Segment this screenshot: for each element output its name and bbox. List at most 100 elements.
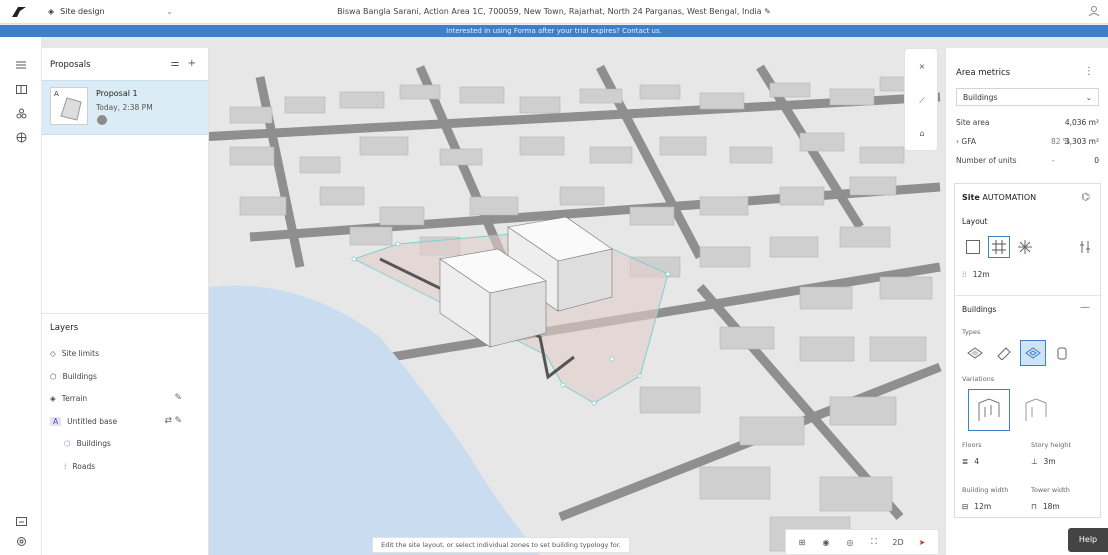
variations-label: Variations	[962, 375, 995, 383]
collapse-icon[interactable]: —	[1080, 302, 1090, 313]
grid-spacing-field[interactable]: ⁞⁞ 12m	[962, 266, 990, 282]
site-limits-icon: ◇	[50, 348, 56, 358]
layout-label: Layout	[962, 217, 988, 226]
camera-icon[interactable]: ◎	[841, 533, 859, 551]
width-icon: ⊟	[962, 501, 969, 511]
chevron-down-icon: ⌄	[166, 7, 173, 16]
tag-icon[interactable]: ⌂	[914, 125, 930, 141]
site-area-row: Site area 4,036 m²	[956, 116, 1099, 128]
layout-settings-button[interactable]	[1074, 236, 1096, 258]
layer-buildings[interactable]: ⬡ Buildings	[50, 369, 97, 383]
divider	[955, 295, 1102, 296]
layout-none-button[interactable]	[962, 236, 984, 258]
more-icon[interactable]: ⋮	[1084, 66, 1094, 77]
layer-label: Roads	[72, 461, 96, 471]
layers-title: Layers	[50, 323, 79, 333]
hint-text: Edit the site layout, or select individu…	[381, 541, 621, 549]
story-height-label: Story height	[1031, 441, 1071, 449]
grid-icon: ⁞⁞	[962, 269, 967, 279]
automation-title-bold: Site	[962, 193, 980, 202]
tower-width-field[interactable]: ⊓ 18m	[1031, 498, 1060, 514]
selector-value: Buildings	[963, 92, 998, 102]
metrics-title: Area metrics	[956, 68, 1011, 78]
globe-icon[interactable]	[13, 129, 29, 145]
building-icon: ⬡	[64, 438, 71, 448]
help-button[interactable]: Help	[1068, 528, 1108, 552]
layer-label: Buildings	[62, 371, 97, 381]
layer-site-limits[interactable]: ◇ Site limits	[50, 346, 99, 360]
settings-icon[interactable]	[13, 533, 29, 549]
viewport-tools: × ⟋ ⌂	[904, 48, 938, 151]
units-row: Number of units - 0	[956, 154, 1099, 166]
avatar	[97, 115, 107, 125]
type-slab-button[interactable]	[962, 340, 988, 366]
gfa-percent: 82 %	[1051, 136, 1071, 146]
layer-label: Buildings	[76, 438, 111, 448]
height-icon: ⊥	[1031, 456, 1038, 466]
eye-icon[interactable]: ◉	[817, 533, 835, 551]
layout-grid-button[interactable]	[988, 236, 1010, 258]
building-width-field[interactable]: ⊟ 12m	[962, 498, 991, 514]
gfa-row[interactable]: › GFA 82 % 3,303 m²	[956, 135, 1099, 147]
layer-label: Untitled base	[67, 416, 118, 426]
layout-radial-button[interactable]	[1014, 236, 1036, 258]
metrics-selector[interactable]: Buildings ⌄	[956, 88, 1099, 106]
type-bar-button[interactable]	[991, 340, 1017, 366]
filter-icon[interactable]: ⚌	[171, 58, 180, 69]
measure-icon[interactable]: ⟋	[914, 93, 930, 109]
panels-icon[interactable]	[13, 81, 29, 97]
edit-address-icon[interactable]: ✎	[764, 7, 771, 16]
types-label: Types	[962, 328, 981, 336]
close-icon[interactable]: ×	[914, 58, 930, 74]
buildings-label: Buildings	[962, 305, 997, 314]
forma-logo[interactable]	[0, 0, 38, 24]
top-bar: ◈ Site design ⌄ Biswa Bangla Sarani, Act…	[0, 0, 1108, 24]
site-area-value: 4,036 m²	[1064, 117, 1099, 127]
tower-width-label: Tower width	[1031, 486, 1070, 494]
grid-spacing-value: 12m	[972, 269, 990, 279]
hint-bar: Edit the site layout, or select individu…	[372, 537, 630, 553]
banner-text[interactable]: Interested in using Forma after your tri…	[446, 27, 662, 35]
edit-icon[interactable]: ✎	[174, 416, 182, 426]
share-icon[interactable]: ⌬	[1081, 192, 1090, 203]
chevron-down-icon: ⌄	[1085, 92, 1092, 102]
story-height-field[interactable]: ⊥ 3m	[1031, 453, 1056, 469]
roads-icon: ⁞	[64, 461, 67, 471]
analysis-icon[interactable]	[13, 105, 29, 121]
menu-icon[interactable]	[13, 57, 29, 73]
variation-2-button[interactable]	[1015, 389, 1057, 431]
story-height-value: 3m	[1043, 456, 1056, 466]
proposal-name: Proposal 1	[96, 89, 138, 98]
automation-title-rest: AUTOMATION	[982, 193, 1037, 202]
layer-terrain[interactable]: ◈ Terrain ✎	[50, 391, 200, 405]
layer-untitled-base[interactable]: A Untitled base ⇄ ✎	[50, 414, 200, 428]
proposal-thumbnail: A	[50, 87, 88, 125]
bottom-toolbar: ⊞ ◉ ◎ ⛶ 2D ➤	[785, 529, 939, 555]
variation-1-button[interactable]	[968, 389, 1010, 431]
type-courtyard-button[interactable]	[1020, 340, 1046, 366]
view-2d-button[interactable]: 2D	[889, 533, 907, 551]
trial-banner[interactable]: Interested in using Forma after your tri…	[0, 25, 1108, 37]
base-badge: A	[50, 416, 62, 426]
fit-view-icon[interactable]: ⛶	[865, 533, 883, 551]
tower-icon: ⊓	[1031, 501, 1037, 511]
swap-icon[interactable]: ⇄	[164, 416, 172, 426]
base-layer-roads[interactable]: ⁞ Roads	[64, 459, 95, 473]
floors-field[interactable]: ≣ 4	[962, 453, 979, 469]
type-tower-button[interactable]	[1049, 340, 1075, 366]
units-value: 0	[1094, 155, 1099, 165]
layer-label: Site limits	[61, 348, 99, 358]
site-design-icon: ◈	[48, 7, 55, 16]
collaborators-icon[interactable]	[1088, 5, 1100, 19]
chat-icon[interactable]	[13, 513, 29, 529]
add-proposal-icon[interactable]: +	[188, 58, 196, 69]
edit-icon[interactable]: ✎	[174, 393, 182, 403]
mode-selector[interactable]: ◈ Site design ⌄	[38, 3, 183, 21]
address-text: Biswa Bangla Sarani, Action Area 1C, 700…	[337, 7, 762, 16]
north-arrow-icon[interactable]: ➤	[913, 533, 931, 551]
proposal-card[interactable]: A Proposal 1 Today, 2:38 PM	[42, 80, 208, 135]
base-layer-buildings[interactable]: ⬡ Buildings	[64, 436, 111, 450]
grid-view-icon[interactable]: ⊞	[793, 533, 811, 551]
units-label: Number of units	[956, 155, 1017, 165]
terrain-icon: ◈	[50, 393, 56, 403]
